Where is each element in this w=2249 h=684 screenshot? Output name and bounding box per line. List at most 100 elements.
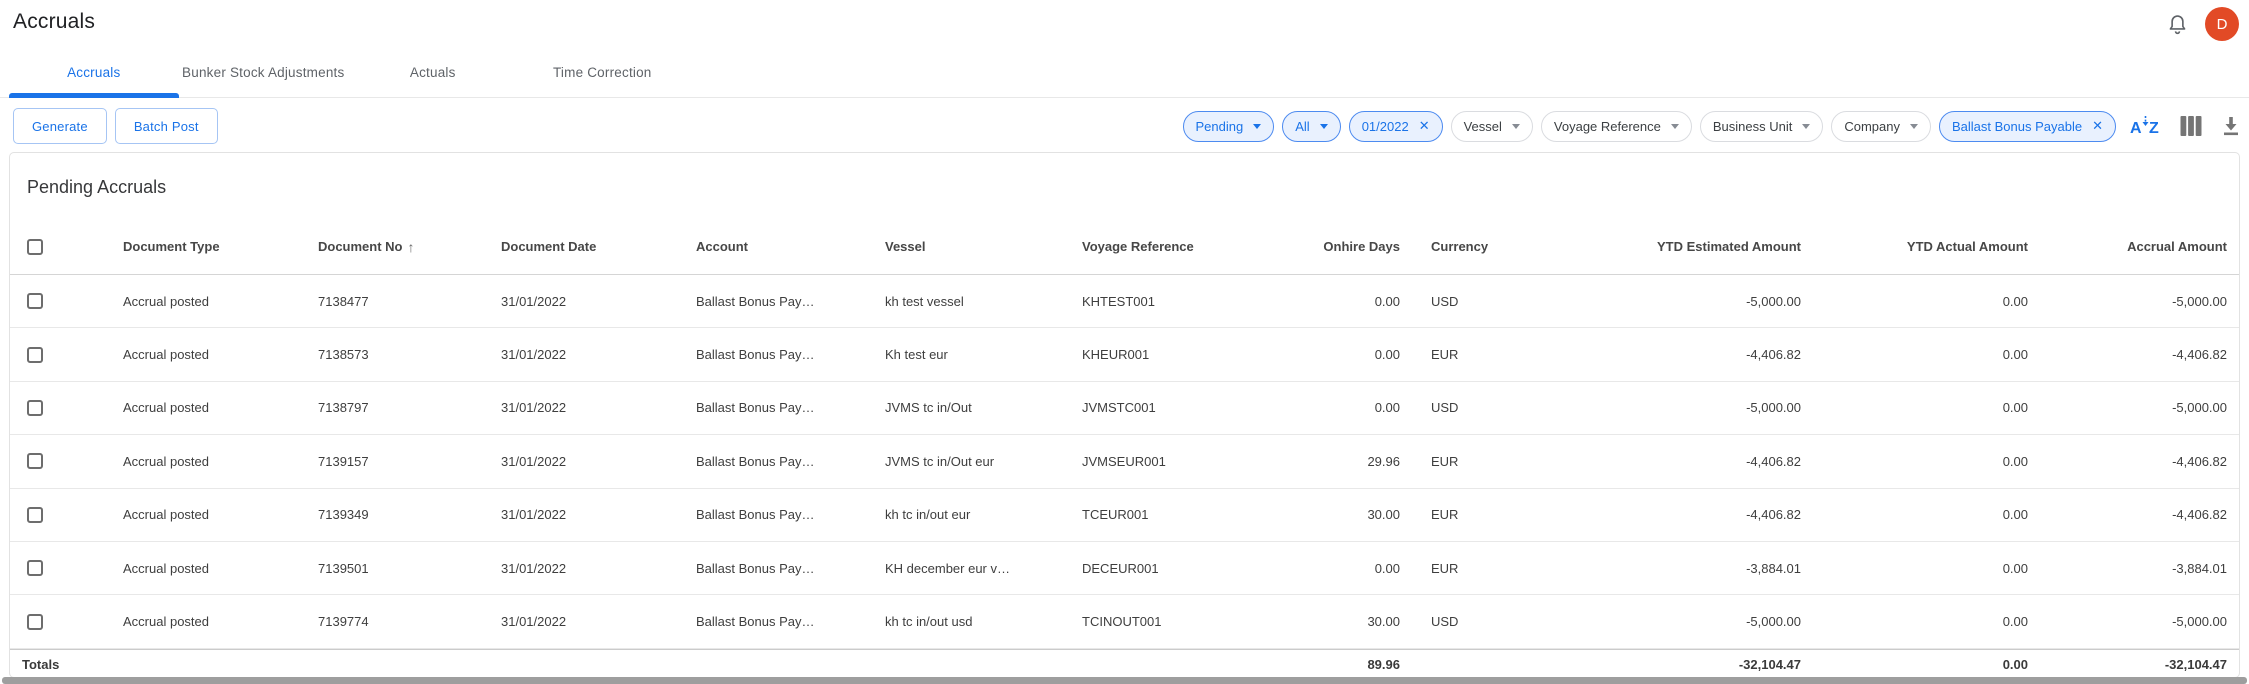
column-header-ytd-estimated-amount[interactable]: YTD Estimated Amount [1562,239,1801,254]
row-checkbox[interactable] [27,507,43,523]
column-header-label: Currency [1431,239,1488,254]
top-actions: D [2166,0,2239,48]
cell-document-type: Accrual posted [123,400,318,415]
column-header-vessel[interactable]: Vessel [885,239,1082,254]
cell-currency: USD [1400,294,1562,309]
cell-onhire-days: 29.96 [1254,454,1400,469]
column-header-voyage-reference[interactable]: Voyage Reference [1082,239,1254,254]
cell-account: Ballast Bonus Pay… [696,454,885,469]
cell-vessel: kh test vessel [885,294,1082,309]
cell-document-date: 31/01/2022 [501,294,696,309]
clear-filter-icon[interactable]: ✕ [2092,118,2103,134]
cell-ytd-actual-amount: 0.00 [1801,614,2028,629]
column-header-document-date[interactable]: Document Date [501,239,696,254]
filter-chip-label: All [1295,119,1309,134]
tab-bunker-stock-adjustments[interactable]: Bunker Stock Adjustments [179,48,349,97]
column-header-label: Onhire Days [1323,239,1400,254]
cell-onhire-days: 30.00 [1254,614,1400,629]
cell-voyage-reference: JVMSEUR001 [1082,454,1254,469]
chevron-down-icon [1802,124,1810,129]
column-header-account[interactable]: Account [696,239,885,254]
cell-voyage-reference: JVMSTC001 [1082,400,1254,415]
cell-accrual-amount: -4,406.82 [2028,454,2227,469]
filter-chip-01-2022[interactable]: 01/2022✕ [1349,111,1443,142]
column-header-document-type[interactable]: Document Type [123,239,318,254]
row-checkbox[interactable] [27,400,43,416]
filter-chip-all[interactable]: All [1282,111,1340,142]
row-checkbox[interactable] [27,614,43,630]
filter-chip-label: Ballast Bonus Payable [1952,119,2082,134]
sort-alphabetical-icon[interactable]: A Z [2130,114,2162,138]
tab-label: Time Correction [553,65,652,80]
cell-ytd-actual-amount: 0.00 [1801,294,2028,309]
chevron-down-icon [1320,124,1328,129]
page-title: Accruals [13,10,95,34]
cell-vessel: Kh test eur [885,347,1082,362]
filter-chip-company[interactable]: Company [1831,111,1931,142]
column-header-ytd-actual-amount[interactable]: YTD Actual Amount [1801,239,2028,254]
chevron-down-icon [1910,124,1918,129]
table-row: Accrual posted713857331/01/2022Ballast B… [10,328,2239,381]
row-checkbox[interactable] [27,347,43,363]
cell-account: Ballast Bonus Pay… [696,507,885,522]
cell-document-type: Accrual posted [123,294,318,309]
cell-document-no: 7139774 [318,614,501,629]
totals-accrual-amount: -32,104.47 [2028,657,2227,672]
filter-chip-pending[interactable]: Pending [1183,111,1275,142]
totals-onhire-days: 89.96 [1254,657,1400,672]
toolbar-filters: Pending All 01/2022✕ Vessel Voyage Reference… [1183,111,2242,142]
cell-ytd-estimated-amount: -4,406.82 [1562,507,1801,522]
row-checkbox[interactable] [27,453,43,469]
filter-chip-label: Company [1844,119,1900,134]
cell-currency: USD [1400,400,1562,415]
tab-actuals[interactable]: Actuals [348,48,518,97]
row-select-cell [10,560,123,576]
svg-text:Z: Z [2149,120,2159,137]
cell-document-date: 31/01/2022 [501,347,696,362]
column-header-accrual-amount[interactable]: Accrual Amount [2028,239,2227,254]
avatar[interactable]: D [2205,7,2239,41]
filter-chip-list: Pending All 01/2022✕ Vessel Voyage Reference… [1183,111,2116,142]
cell-ytd-actual-amount: 0.00 [1801,561,2028,576]
filter-chip-vessel[interactable]: Vessel [1451,111,1533,142]
cell-account: Ballast Bonus Pay… [696,561,885,576]
cell-account: Ballast Bonus Pay… [696,347,885,362]
column-view-icon[interactable] [2179,115,2203,137]
filter-chip-business-unit[interactable]: Business Unit [1700,111,1823,142]
cell-accrual-amount: -4,406.82 [2028,507,2227,522]
clear-filter-icon[interactable]: ✕ [1419,118,1430,134]
generate-button[interactable]: Generate [13,108,107,144]
column-header-currency[interactable]: Currency [1400,239,1562,254]
cell-voyage-reference: KHTEST001 [1082,294,1254,309]
cell-voyage-reference: DECEUR001 [1082,561,1254,576]
horizontal-scrollbar[interactable] [2,677,2247,684]
cell-currency: USD [1400,614,1562,629]
filter-chip-voyage-reference[interactable]: Voyage Reference [1541,111,1692,142]
cell-vessel: JVMS tc in/Out [885,400,1082,415]
download-icon[interactable] [2220,115,2242,137]
batch-post-button[interactable]: Batch Post [115,108,218,144]
tab-label: Actuals [410,65,456,80]
toolbar: Generate Batch Post Pending All 01/2022✕ Ve… [0,108,2249,144]
cell-document-no: 7138573 [318,347,501,362]
cell-currency: EUR [1400,454,1562,469]
cell-ytd-estimated-amount: -5,000.00 [1562,400,1801,415]
cell-document-no: 7139349 [318,507,501,522]
table-view-icons: A Z [2130,114,2242,138]
column-header-onhire-days[interactable]: Onhire Days [1254,239,1400,254]
cell-currency: EUR [1400,507,1562,522]
column-header-document-no[interactable]: Document No↑ [318,239,501,255]
tab-bar: AccrualsBunker Stock Adjustments Actuals T… [0,48,2249,98]
row-select-cell [10,453,123,469]
cell-currency: EUR [1400,561,1562,576]
filter-chip-ballast-bonus-payable[interactable]: Ballast Bonus Payable ✕ [1939,111,2116,142]
select-all-checkbox[interactable] [27,239,43,255]
tab-accruals[interactable]: Accruals [9,48,179,97]
row-checkbox[interactable] [27,560,43,576]
cell-ytd-estimated-amount: -3,884.01 [1562,561,1801,576]
notifications-bell-icon[interactable] [2166,13,2189,36]
row-checkbox[interactable] [27,293,43,309]
tab-time-correction[interactable]: Time Correction [518,48,688,97]
totals-ytd-estimated-amount: -32,104.47 [1562,657,1801,672]
table-title: Pending Accruals [10,153,2239,219]
